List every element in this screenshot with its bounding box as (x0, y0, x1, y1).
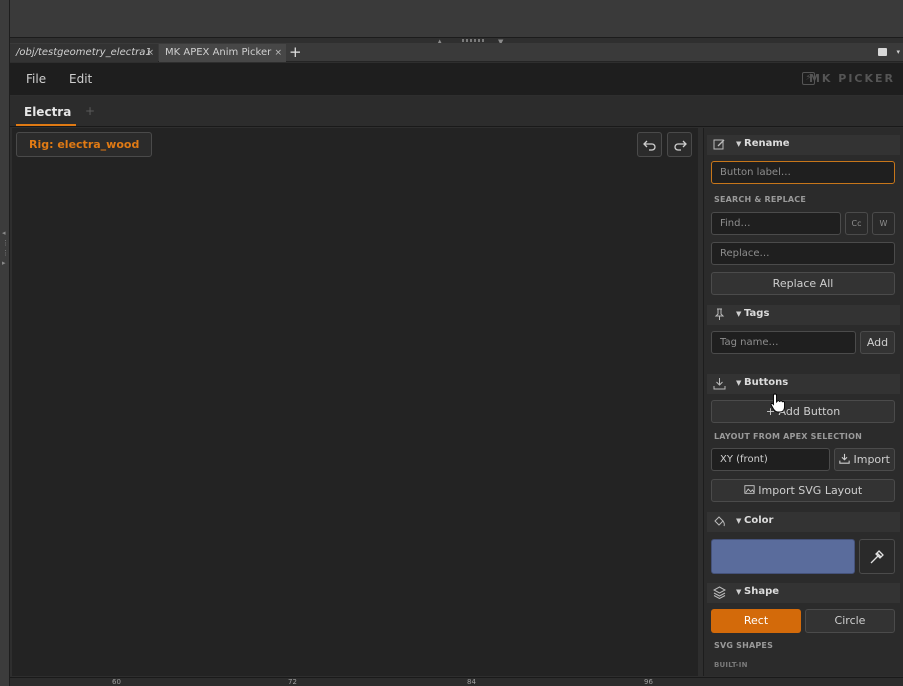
ruler-tick: 96 (644, 678, 653, 686)
pane-tab-bar: /obj/testgeometry_electra1 × MK APEX Ani… (10, 43, 903, 62)
whole-word-toggle[interactable]: W (872, 212, 895, 235)
shape-rect-button[interactable]: Rect (711, 609, 801, 633)
button-label-input[interactable]: Button label… (711, 161, 895, 184)
undo-button[interactable] (637, 132, 662, 157)
edit-icon (713, 139, 725, 150)
pane-tab-label: MK APEX Anim Picker (165, 47, 272, 58)
import-button[interactable]: Import (834, 448, 895, 471)
pane-layout-icon[interactable] (878, 48, 887, 56)
collapse-icon[interactable]: ▼ (736, 310, 741, 318)
tab-electra[interactable]: Electra (24, 105, 71, 119)
hand-cursor-icon (770, 393, 785, 413)
add-pane-tab-button[interactable]: + (289, 43, 302, 61)
ruler-tick: 84 (467, 678, 476, 686)
collapse-icon[interactable]: ▼ (736, 140, 741, 148)
shape-circle-button[interactable]: Circle (805, 609, 895, 633)
close-icon[interactable]: × (274, 44, 282, 62)
ruler-tick: 72 (288, 678, 297, 686)
left-collapse-grip[interactable]: ◂ ⋮ ⋮ ▸ (2, 228, 9, 268)
layout-from-selection-label: LAYOUT FROM APEX SELECTION (714, 432, 863, 441)
image-icon (744, 485, 755, 494)
collapse-icon[interactable]: ▼ (736, 588, 741, 596)
rename-section-header[interactable]: ▼ Rename (707, 135, 900, 155)
paint-bucket-icon (714, 516, 725, 527)
import-svg-layout-button[interactable]: Import SVG Layout (711, 479, 895, 502)
section-title: Shape (744, 586, 780, 597)
menu-file[interactable]: File (26, 72, 46, 86)
undo-icon (643, 140, 656, 151)
collapse-icon[interactable]: ▼ (736, 379, 741, 387)
tags-section-header[interactable]: ▼ Tags (707, 305, 900, 325)
layers-icon (713, 586, 726, 599)
import-label: Import (853, 453, 890, 466)
pin-icon (714, 308, 725, 320)
add-tab-button[interactable]: + (85, 104, 95, 118)
redo-icon (674, 140, 687, 151)
replace-input[interactable]: Replace… (711, 242, 895, 265)
app-menubar: File Edit ⚡ MK PICKER (10, 63, 903, 95)
download-icon (713, 378, 726, 390)
pane-tab-geometry[interactable]: /obj/testgeometry_electra1 × (10, 44, 158, 62)
section-title: Color (744, 515, 774, 526)
section-title: Rename (744, 138, 790, 149)
close-icon[interactable]: × (146, 44, 154, 62)
app-window: ◂ ⋮ ⋮ ▸ ▲ ▼ /obj/testgeometry_electra1 × MK… (0, 0, 903, 686)
color-swatch[interactable] (711, 539, 855, 574)
ruler-tick: 60 (112, 678, 121, 686)
pane-tab-picker[interactable]: MK APEX Anim Picker × (159, 44, 286, 62)
svg-shapes-label: SVG SHAPES (714, 641, 774, 650)
view-plane-select[interactable]: XY (front) (711, 448, 830, 471)
section-title: Tags (744, 308, 770, 319)
section-title: Buttons (744, 377, 789, 388)
splitter-grip[interactable] (462, 39, 484, 42)
menu-edit[interactable]: Edit (69, 72, 92, 86)
builtin-label: BUILT-IN (714, 661, 748, 669)
download-icon (839, 453, 850, 464)
add-button-button[interactable]: + Add Button (711, 400, 895, 423)
pane-tab-label: /obj/testgeometry_electra1 (16, 47, 152, 58)
tag-name-input[interactable]: Tag name… (711, 331, 856, 354)
shape-section-header[interactable]: ▼ Shape (707, 583, 900, 603)
color-section-header[interactable]: ▼ Color (707, 512, 900, 532)
add-tag-button[interactable]: Add (860, 331, 895, 354)
find-input[interactable]: Find… (711, 212, 841, 235)
match-case-toggle[interactable]: Cc (845, 212, 868, 235)
eyedropper-icon (870, 550, 884, 564)
chevron-down-icon[interactable]: ▾ (896, 48, 900, 56)
left-side-strip (0, 0, 10, 686)
redo-button[interactable] (667, 132, 692, 157)
collapse-icon[interactable]: ▼ (736, 517, 741, 525)
picker-tab-bar: Electra + (10, 96, 903, 127)
rig-badge[interactable]: Rig: electra_wood (16, 132, 153, 157)
eyedropper-button[interactable] (859, 539, 895, 574)
top-empty-pane (0, 0, 903, 38)
buttons-section-header[interactable]: ▼ Buttons (707, 374, 900, 394)
active-tab-indicator (16, 124, 76, 126)
search-replace-label: SEARCH & REPLACE (714, 195, 807, 204)
import-svg-label: Import SVG Layout (758, 484, 863, 497)
replace-all-button[interactable]: Replace All (711, 272, 895, 295)
properties-panel: ▼ Rename Button label… SEARCH & REPLACE … (703, 128, 903, 676)
picker-canvas[interactable]: Rig: electra_wood (12, 128, 698, 676)
brand-logo: MK PICKER (808, 72, 895, 85)
timeline-ruler[interactable]: 60 72 84 96 (10, 677, 903, 686)
